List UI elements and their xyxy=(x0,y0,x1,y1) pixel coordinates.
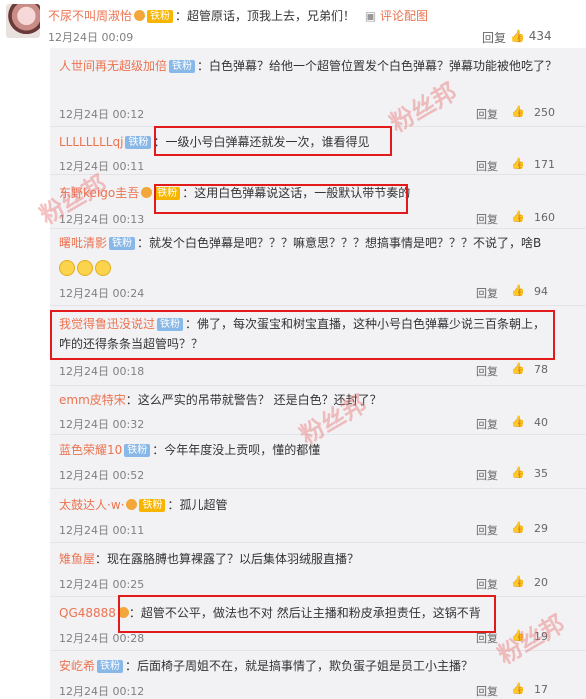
reply-username[interactable]: 安屹希 xyxy=(59,659,95,673)
reply-username[interactable]: 人世间再无超级加倍 xyxy=(59,59,167,73)
thumbs-up-icon[interactable]: 👍 xyxy=(511,362,525,375)
fan-badge: 铁粉 xyxy=(125,136,152,149)
fan-badge: 铁粉 xyxy=(109,237,136,250)
thumbs-up-icon[interactable]: 👍 xyxy=(511,105,525,118)
top-comment-line: 不尿不叫周淑怡 铁粉 ：超管原话，顶我上去，兄弟们！ ▣ 评论配图 xyxy=(48,7,428,24)
reply-username[interactable]: emm皮特宋 xyxy=(59,393,126,407)
fan-badge: 铁粉 xyxy=(169,60,196,73)
reply-line: 安屹希 铁粉 ：后面椅子周姐不在，就是搞事情了，欺负蛋子姐是员工小主播？ xyxy=(59,656,559,676)
reply-username[interactable]: 雉鱼屋 xyxy=(59,552,95,566)
like-count: 40 xyxy=(534,416,548,429)
highlight-box xyxy=(154,184,408,214)
like-count: 29 xyxy=(534,522,548,535)
reply-text: ：白色弹幕？给他一个超管位置发个白色弹幕？弹幕功能被他吃了？ xyxy=(197,59,558,73)
thumbs-up-icon[interactable]: 👍 xyxy=(511,466,525,479)
reply-time: 12月24日 00:25 xyxy=(59,578,145,591)
thumbs-up-icon[interactable]: 👍 xyxy=(511,210,525,223)
like-count: 171 xyxy=(534,158,555,171)
reply-button[interactable]: 回复 xyxy=(476,211,498,227)
comment-image-link[interactable]: 评论配图 xyxy=(380,9,428,23)
top-comment-username[interactable]: 不尿不叫周淑怡 xyxy=(48,9,132,23)
reply-time: 12月24日 00:12 xyxy=(59,108,145,121)
smiley-icon xyxy=(77,260,93,276)
highlight-box xyxy=(154,126,392,156)
reply-text: ：今年年度没上贡呗，懂的都懂 xyxy=(152,443,321,457)
thumbs-up-icon[interactable]: 👍 xyxy=(511,575,525,588)
reply-text: ：就发个白色弹幕是吧？？？嘛意思？？？想搞事情是吧？？？不说了，啥B xyxy=(137,236,542,250)
image-icon: ▣ xyxy=(364,9,377,23)
reply-button[interactable]: 回复 xyxy=(476,363,498,379)
reply-item: 曙吡清影 铁粉 ：就发个白色弹幕是吧？？？嘛意思？？？想搞事情是吧？？？不说了，啥B… xyxy=(50,229,586,301)
crown-icon xyxy=(134,10,146,21)
reply-time: 12月24日 00:24 xyxy=(59,287,145,300)
top-comment: 不尿不叫周淑怡 铁粉 ：超管原话，顶我上去，兄弟们！ ▣ 评论配图 12月24日 0… xyxy=(0,0,586,48)
reply-item: 雉鱼屋：现在露胳膊也算裸露了？以后集体羽绒服直播？ 12月24日 00:25 回… xyxy=(50,543,586,595)
reply-line: 曙吡清影 铁粉 ：就发个白色弹幕是吧？？？嘛意思？？？想搞事情是吧？？？不说了，啥B xyxy=(59,233,559,253)
smiley-icon xyxy=(59,260,75,276)
reply-button[interactable]: 回复 xyxy=(476,683,498,699)
reply-line: 人世间再无超级加倍 铁粉 ：白色弹幕？给他一个超管位置发个白色弹幕？弹幕功能被他吃了… xyxy=(59,56,559,76)
reply-username[interactable]: 太鼓达人·w· xyxy=(59,498,124,512)
reply-time: 12月24日 00:11 xyxy=(59,160,145,173)
reply-item: 太鼓达人·w· 铁粉 ：孤儿超管 12月24日 00:11 回复 👍 29 xyxy=(50,489,586,541)
reply-button[interactable]: 回复 xyxy=(476,416,498,432)
avatar[interactable] xyxy=(6,4,40,38)
like-count: 160 xyxy=(534,211,555,224)
emoji-group xyxy=(59,260,113,276)
reply-button[interactable]: 回复 xyxy=(476,467,498,483)
like-count: 94 xyxy=(534,285,548,298)
reply-text: ：孤儿超管 xyxy=(167,498,228,512)
highlight-box xyxy=(50,310,555,360)
thumbs-up-icon[interactable]: 👍 xyxy=(511,682,525,695)
reply-line: 雉鱼屋：现在露胳膊也算裸露了？以后集体羽绒服直播？ xyxy=(59,549,559,569)
reply-text: ：后面椅子周姐不在，就是搞事情了，欺负蛋子姐是员工小主播？ xyxy=(125,659,474,673)
reply-time: 12月24日 00:32 xyxy=(59,418,145,431)
thumbs-up-icon: 👍 xyxy=(510,29,525,43)
like-count: 78 xyxy=(534,363,548,376)
reply-username[interactable]: QG48888 xyxy=(59,606,116,620)
reply-time: 12月24日 00:11 xyxy=(59,524,145,537)
reply-button[interactable]: 回复 xyxy=(476,576,498,592)
reply-button[interactable]: 回复 xyxy=(476,106,498,122)
highlight-box xyxy=(118,595,496,633)
fan-badge: 铁粉 xyxy=(139,499,166,512)
reply-line: emm皮特宋：这么严实的吊带就警告？ 还是白色？还封了？ xyxy=(59,390,559,410)
like-button[interactable]: 👍 434 xyxy=(510,29,552,43)
thumbs-up-icon[interactable]: 👍 xyxy=(511,284,525,297)
reply-time: 12月24日 00:52 xyxy=(59,469,145,482)
reply-text: ：现在露胳膊也算裸露了？以后集体羽绒服直播？ xyxy=(95,552,360,566)
reply-time: 12月24日 00:18 xyxy=(59,365,145,378)
reply-username[interactable]: 蓝色荣耀10 xyxy=(59,443,122,457)
like-count: 35 xyxy=(534,467,548,480)
thumbs-up-icon[interactable]: 👍 xyxy=(511,415,525,428)
reply-username[interactable]: 曙吡清影 xyxy=(59,236,107,250)
reply-button[interactable]: 回复 xyxy=(476,522,498,538)
reply-button[interactable]: 回复 xyxy=(482,29,506,46)
reply-username[interactable]: LLLLLLLLqj xyxy=(59,135,123,149)
like-count: 250 xyxy=(534,106,555,119)
thumbs-up-icon[interactable]: 👍 xyxy=(511,157,525,170)
fan-badge: 铁粉 xyxy=(147,10,174,23)
like-count: 434 xyxy=(528,29,552,43)
reply-button[interactable]: 回复 xyxy=(476,285,498,301)
top-comment-text: ：超管原话，顶我上去，兄弟们！ xyxy=(175,9,356,23)
smiley-icon xyxy=(95,260,111,276)
like-count: 20 xyxy=(534,576,548,589)
fan-badge: 铁粉 xyxy=(97,660,124,673)
thumbs-up-icon[interactable]: 👍 xyxy=(511,521,525,534)
reply-line: 太鼓达人·w· 铁粉 ：孤儿超管 xyxy=(59,495,559,515)
crown-icon xyxy=(141,187,153,198)
crown-icon xyxy=(126,499,138,510)
like-count: 17 xyxy=(534,683,548,696)
top-comment-time: 12月24日 00:09 xyxy=(48,31,134,44)
reply-time: 12月24日 00:12 xyxy=(59,685,145,698)
reply-item: 人世间再无超级加倍 铁粉 ：白色弹幕？给他一个超管位置发个白色弹幕？弹幕功能被他吃了… xyxy=(50,54,586,126)
fan-badge: 铁粉 xyxy=(124,444,151,457)
reply-button[interactable]: 回复 xyxy=(476,158,498,174)
